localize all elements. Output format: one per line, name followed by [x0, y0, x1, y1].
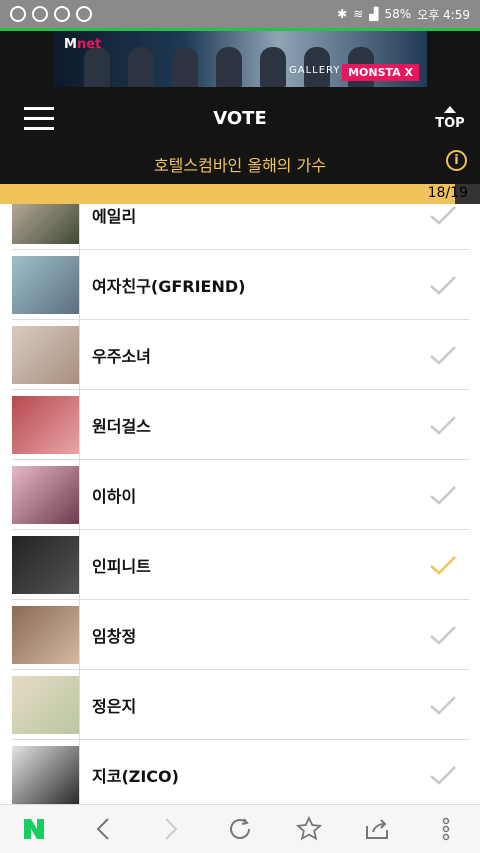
- progress-label: 18/19: [427, 185, 468, 201]
- candidate-photo-image: [12, 535, 79, 594]
- candidate-name: 정은지: [92, 696, 137, 716]
- list-item[interactable]: 원더걸스: [12, 389, 469, 460]
- notification-icon: [10, 6, 26, 22]
- list-item[interactable]: 지코(ZICO): [12, 739, 469, 804]
- hamburger-menu-button[interactable]: [24, 107, 54, 131]
- candidate-name: 원더걸스: [92, 416, 151, 436]
- scroll-top-button[interactable]: TOP: [434, 106, 466, 134]
- checkmark-icon[interactable]: [423, 204, 463, 235]
- star-icon[interactable]: [289, 809, 329, 849]
- list-item[interactable]: 정은지: [12, 669, 469, 740]
- list-item[interactable]: 에일리: [12, 204, 469, 250]
- mnet-logo-suffix: net: [76, 37, 102, 52]
- vote-category-title: 호텔스컴바인 올해의 가수: [153, 156, 327, 175]
- banner-gallery-label: GALLERY: [289, 65, 341, 76]
- candidate-photo: [12, 249, 80, 320]
- candidate-photo: [12, 389, 80, 460]
- browser-toolbar: [0, 804, 480, 853]
- candidate-name: 에일리: [92, 206, 137, 226]
- candidate-photo-image: [12, 204, 79, 244]
- candidate-name: 지코(ZICO): [92, 766, 179, 786]
- candidate-name: 임창정: [92, 626, 137, 646]
- candidate-photo: [12, 459, 80, 530]
- checkmark-icon[interactable]: [423, 335, 463, 375]
- candidate-photo: [12, 529, 80, 600]
- candidate-photo-image: [12, 255, 79, 314]
- notification-icon: [32, 6, 48, 22]
- candidate-photo-image: [12, 465, 79, 524]
- status-left-icons: [10, 6, 92, 22]
- candidate-photo: [12, 204, 80, 250]
- status-bar: ✱ ≋ ▟ 58% 오후 4:59: [0, 0, 480, 28]
- checkmark-icon[interactable]: [423, 405, 463, 445]
- candidate-photo: [12, 599, 80, 670]
- info-icon[interactable]: i: [446, 150, 467, 171]
- list-item[interactable]: 여자친구(GFRIEND): [12, 249, 469, 320]
- progress-fill: [0, 184, 455, 204]
- more-vertical-icon[interactable]: [426, 809, 466, 849]
- clock: 오후 4:59: [417, 7, 470, 22]
- candidate-photo-image: [12, 745, 79, 804]
- candidate-name: 인피니트: [92, 556, 151, 576]
- notification-icon: [76, 6, 92, 22]
- checkmark-icon[interactable]: [423, 755, 463, 795]
- candidate-name: 이하이: [92, 486, 137, 506]
- checkmark-icon[interactable]: [423, 545, 463, 585]
- battery-level: 58%: [384, 7, 412, 21]
- naver-n-icon[interactable]: [14, 809, 54, 849]
- mnet-logo-m: M: [64, 37, 77, 52]
- forward-arrow-icon[interactable]: [151, 809, 191, 849]
- checkmark-icon[interactable]: [423, 615, 463, 655]
- candidate-name: 여자친구(GFRIEND): [92, 276, 246, 296]
- candidate-photo-image: [12, 605, 79, 664]
- vote-progress-bar: 18/19: [0, 184, 480, 204]
- ad-banner[interactable]: Mnet GALLERY MONSTA X: [54, 31, 427, 87]
- mnet-logo: Mnet: [64, 37, 101, 52]
- bluetooth-icon: ✱: [337, 7, 348, 21]
- candidate-photo: [12, 739, 80, 804]
- status-right-icons: ✱ ≋ ▟ 58% 오후 4:59: [337, 6, 470, 23]
- list-item[interactable]: 우주소녀: [12, 319, 469, 390]
- notification-icon: [54, 6, 70, 22]
- top-label: TOP: [435, 116, 465, 131]
- list-item[interactable]: 이하이: [12, 459, 469, 530]
- wifi-icon: ≋: [353, 7, 364, 21]
- list-item[interactable]: 임창정: [12, 599, 469, 670]
- candidate-name: 우주소녀: [92, 346, 151, 366]
- candidate-photo: [12, 319, 80, 390]
- checkmark-icon[interactable]: [423, 475, 463, 515]
- candidate-photo-image: [12, 325, 79, 384]
- banner-artist-label: MONSTA X: [342, 64, 419, 81]
- checkmark-icon[interactable]: [423, 685, 463, 725]
- share-icon[interactable]: [357, 809, 397, 849]
- signal-icon: ▟: [369, 7, 379, 21]
- candidate-photo: [12, 669, 80, 740]
- checkmark-icon[interactable]: [423, 265, 463, 305]
- back-arrow-icon[interactable]: [83, 809, 123, 849]
- candidate-photo-image: [12, 395, 79, 454]
- refresh-icon[interactable]: [220, 809, 260, 849]
- candidate-list[interactable]: 에일리여자친구(GFRIEND) 우주소녀원더걸스이하이인피니트임창정정은지지코(…: [12, 204, 469, 804]
- up-arrow-icon: [444, 106, 456, 113]
- candidate-photo-image: [12, 675, 79, 734]
- list-item[interactable]: 인피니트: [12, 529, 469, 600]
